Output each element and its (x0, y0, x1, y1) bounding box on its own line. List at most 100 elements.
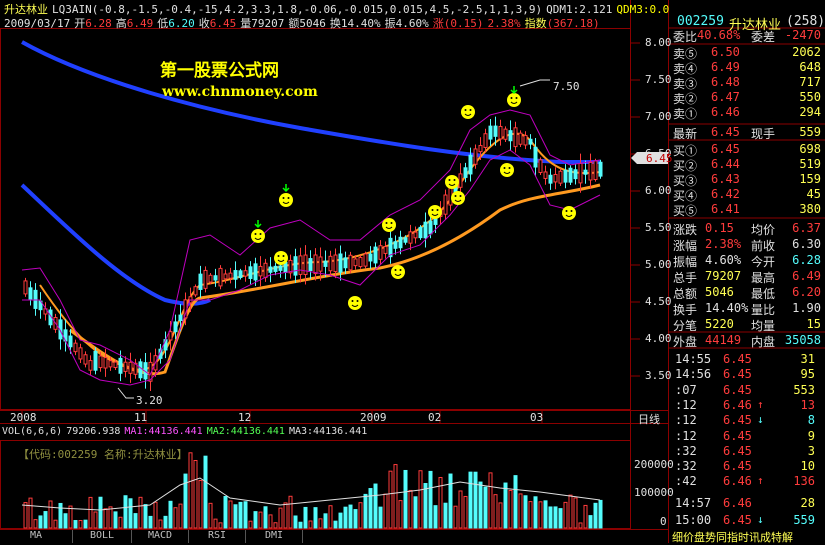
tick-time: :42 (675, 474, 697, 489)
candle (323, 260, 328, 267)
candle (138, 361, 143, 379)
sell-row: 卖② 6.47 550 (671, 90, 825, 106)
buy-volume: 45 (806, 187, 821, 201)
date-tick-label: 03 (530, 411, 544, 424)
tab-ma[interactable]: MA (0, 530, 73, 543)
tab-dmi[interactable]: DMI (246, 530, 303, 543)
buy-volume: 698 (799, 142, 821, 156)
vol-axis-100000: 100000 (634, 486, 674, 499)
candle (278, 265, 283, 271)
signal-smiley-icon (348, 296, 362, 310)
sell-label: 卖① (673, 107, 698, 121)
volume-bar (463, 495, 468, 529)
candle (508, 130, 513, 142)
arrow-down-icon: ↓ (757, 413, 764, 427)
tick-price: 6.45 (723, 382, 752, 397)
high-value: 6.49 (126, 17, 154, 30)
volume-bar (438, 477, 443, 529)
volume-bar (83, 519, 88, 529)
buy-price: 6.43 (711, 172, 740, 186)
tick-price: 6.45 (723, 413, 752, 428)
volume-bar (483, 486, 488, 529)
price-tick-label: 8.00 (645, 36, 672, 49)
sell-price: 6.48 (711, 75, 740, 89)
stat-label-2: 最低 (751, 287, 776, 301)
candle (423, 221, 428, 239)
volume-bar (593, 502, 598, 529)
stat-label: 换手 (673, 303, 698, 317)
candle (478, 145, 483, 153)
volume-bar (208, 502, 213, 529)
ma-short-line (69, 183, 601, 376)
price-tick-label: 5.00 (645, 258, 672, 271)
tick-price: 6.45 (723, 352, 752, 366)
volume-bar (468, 471, 473, 529)
volume-bar (133, 513, 138, 529)
vol-axis-200000: 200000 (634, 458, 674, 471)
signal-smiley-icon (391, 265, 405, 279)
volume-bar (403, 469, 408, 529)
volume-bar (278, 507, 283, 529)
sell-volume: 648 (799, 60, 821, 74)
volume-bar (343, 506, 348, 529)
candle (563, 169, 568, 183)
volume-bar (103, 508, 108, 529)
vol-value: 79207 (251, 17, 285, 30)
volume-bar (73, 520, 78, 529)
volume-bar (198, 480, 203, 529)
buy-volume: 519 (799, 157, 821, 171)
formula-header: 升达林业 LQ3AIN(-0.8,-1.5,-0.4,-15,4.2,3.3,1.… (4, 1, 673, 16)
tick-time: :07 (675, 382, 697, 397)
candle (308, 258, 313, 272)
candle (543, 171, 548, 179)
tab-boll[interactable]: BOLL (73, 530, 132, 543)
stat-row: 振幅 4.60% 今开 6.28 (671, 253, 825, 269)
tick-row: 14:56 6.45 95 (671, 367, 825, 382)
tick-time: :12 (675, 428, 697, 443)
tab-macd[interactable]: MACD (132, 530, 189, 543)
tick-volume: 95 (800, 367, 815, 382)
volume-bar (158, 519, 163, 529)
signal-smiley-icon (445, 175, 459, 189)
candle (243, 270, 248, 277)
candle (488, 125, 493, 140)
volume-bar (248, 520, 253, 529)
inner-value: 35058 (784, 333, 821, 347)
chg-label: 涨 (432, 17, 444, 30)
stat-value: 4.60% (705, 253, 742, 267)
stat-label-2: 均量 (751, 319, 776, 333)
tick-volume: 3 (807, 443, 815, 458)
volume-bar (348, 504, 353, 529)
date-tick-label: 2009 (360, 411, 387, 424)
volume-bar (333, 520, 338, 529)
price-tick-label: 4.50 (645, 295, 672, 308)
candle (473, 148, 478, 165)
volume-bar (573, 497, 578, 529)
volume-bar (473, 471, 478, 529)
signal-smiley-icon (382, 218, 396, 232)
buy-row: 买① 6.45 698 (671, 142, 825, 158)
volume-bar (433, 505, 438, 529)
volume-bar (508, 489, 513, 529)
volume-bar (533, 496, 538, 529)
tick-volume: 136 (793, 474, 815, 489)
stat-row: 换手 14.40% 量比 1.90 (671, 301, 825, 317)
price-info-header: 2009/03/17 开6.28 高6.49 低6.20 收6.45 量79207 额504… (4, 15, 604, 30)
price-tick-label: 4.00 (645, 332, 672, 345)
candle (398, 236, 403, 249)
price-tick-label: 3.50 (645, 369, 672, 382)
tab-rsi[interactable]: RSI (189, 530, 246, 543)
volume-bar (273, 522, 278, 529)
candle (593, 160, 598, 181)
candle (128, 361, 133, 374)
tick-row: :32 6.45 3 (671, 444, 825, 459)
volume-bar (393, 464, 398, 529)
vol-label: 量 (240, 17, 252, 30)
volume-bar (588, 515, 593, 529)
candle (293, 256, 298, 276)
tick-time: :32 (675, 459, 697, 474)
period-label[interactable]: 日线 (638, 411, 660, 427)
tick-volume: 28 (800, 496, 815, 510)
volume-bar (43, 511, 48, 529)
volume-bar (213, 518, 218, 529)
